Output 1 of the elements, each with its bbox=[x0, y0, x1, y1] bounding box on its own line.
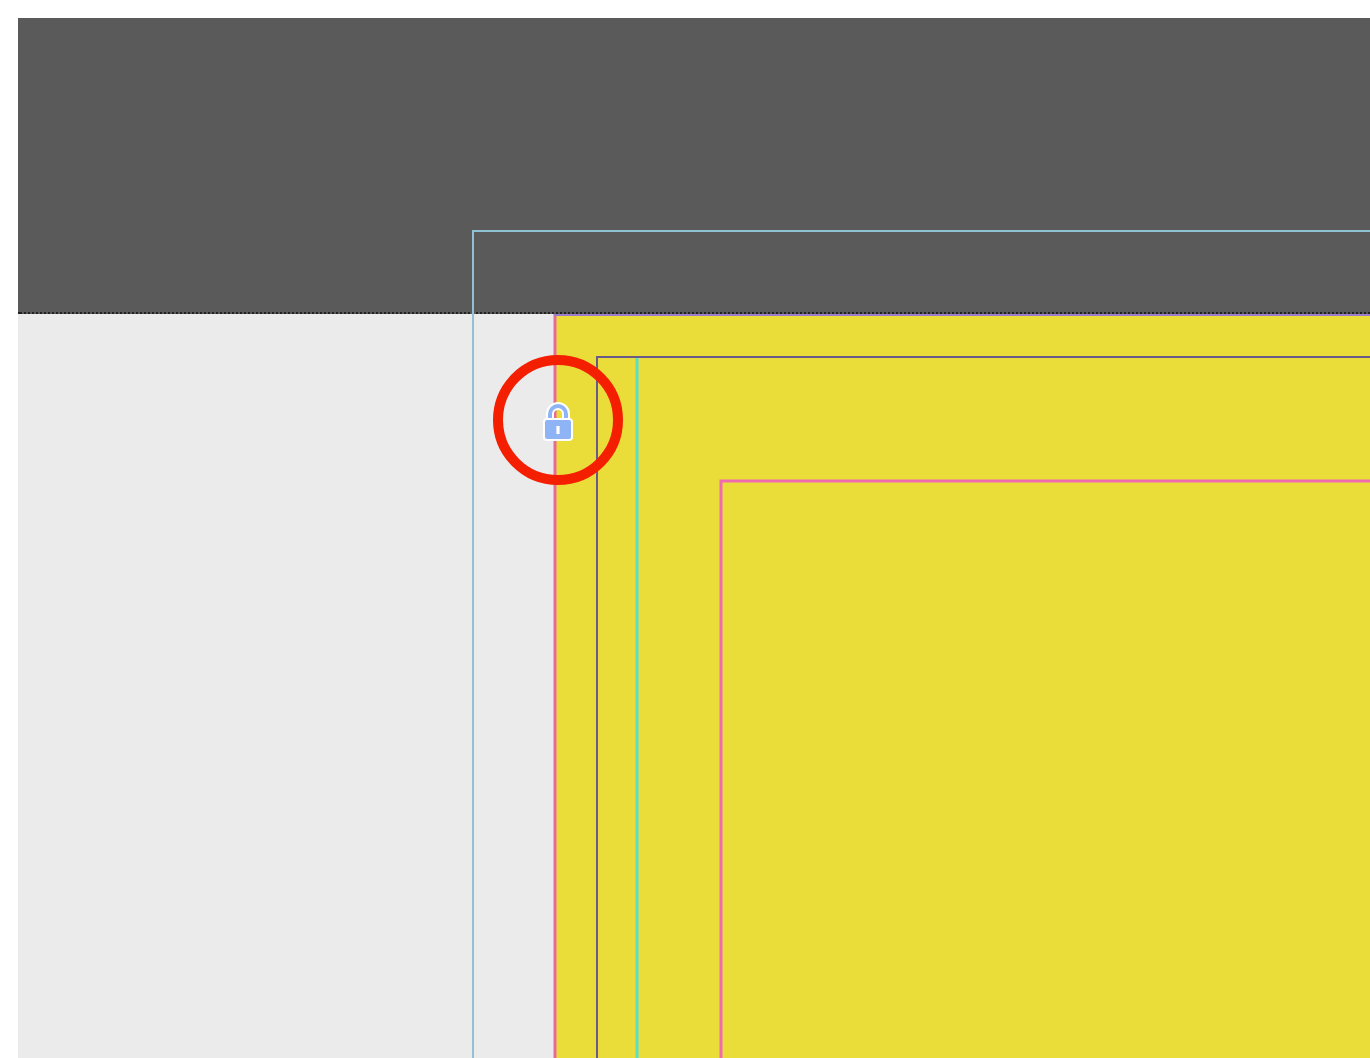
lock-icon[interactable] bbox=[540, 402, 576, 442]
